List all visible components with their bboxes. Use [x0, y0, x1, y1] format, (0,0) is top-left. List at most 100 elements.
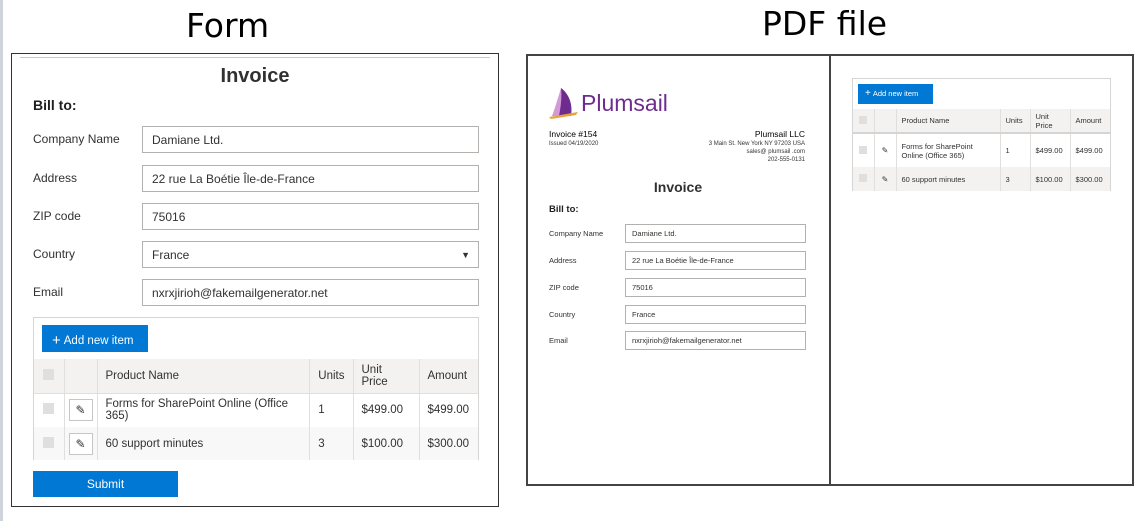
zip-code-row: ZIP code 75016: [33, 203, 479, 230]
items-table: Product Name Units Unit Price Amount ✎ F…: [34, 359, 478, 460]
row-checkbox[interactable]: [43, 403, 55, 415]
pdf-select-all-cell: [853, 109, 875, 134]
pdf-product-name-cell: 60 support minutes: [896, 167, 1001, 191]
product-name-cell: 60 support minutes: [97, 427, 311, 460]
plumsail-sail-icon: [549, 88, 578, 119]
pdf-row-checkbox: [859, 145, 868, 154]
country-row: Country France ▼: [33, 241, 479, 268]
form-caption: Form: [186, 6, 270, 45]
country-select-value: France: [152, 248, 190, 262]
window-edge-strip: [0, 0, 3, 521]
pencil-icon: ✎: [874, 167, 897, 191]
pdf-country-value: France: [625, 305, 806, 324]
company-name-row: Company Name Damiane Ltd.: [33, 126, 479, 153]
pdf-email-row: Email nxrxjirioh@fakemailgenerator.net: [549, 331, 807, 350]
pdf-items-table-container: + Add new item Product Name Units Unit Pr…: [852, 78, 1111, 191]
amount-cell: $300.00: [419, 427, 478, 460]
pdf-unit-price-cell: $499.00: [1030, 133, 1071, 167]
select-all-checkbox[interactable]: [43, 368, 55, 380]
chevron-down-icon[interactable]: ▼: [461, 250, 470, 260]
pdf-email-label: Email: [549, 336, 568, 345]
row-edit-cell: ✎: [64, 427, 98, 460]
add-new-item-label: Add new item: [63, 335, 134, 347]
pdf-invoice-title: Invoice: [653, 179, 703, 195]
pdf-address-value: 22 rue La Boétie Île-de-France: [625, 251, 806, 270]
zip-code-input[interactable]: 75016: [142, 203, 479, 230]
pdf-zip-value: 75016: [625, 278, 806, 297]
pdf-edit-header-cell: [874, 109, 897, 134]
pdf-product-name-header: Product Name: [896, 109, 1001, 134]
pdf-amount-cell: $300.00: [1070, 167, 1110, 191]
company-name-label: Company Name: [33, 132, 120, 146]
row-select-cell: [34, 393, 65, 427]
pdf-company-row: Company Name Damiane Ltd.: [549, 224, 807, 243]
table-header-row: Product Name Units Unit Price Amount: [34, 359, 478, 394]
zip-code-label: ZIP code: [33, 209, 81, 223]
pdf-company-name: Plumsail LLC: [754, 129, 805, 139]
table-row: ✎ 60 support minutes 3 $100.00 $300.00: [853, 167, 1110, 191]
product-name-header[interactable]: Product Name: [97, 359, 311, 394]
pdf-address-label: Address: [549, 256, 577, 265]
pdf-page-divider: [829, 56, 831, 484]
pencil-icon[interactable]: ✎: [68, 432, 93, 455]
address-label: Address: [33, 171, 78, 185]
plus-icon: +: [52, 332, 61, 349]
pdf-company-label: Company Name: [549, 229, 604, 238]
pencil-icon: ✎: [874, 133, 897, 167]
pdf-zip-label: ZIP code: [549, 283, 579, 292]
table-row[interactable]: ✎ 60 support minutes 3 $100.00 $300.00: [34, 427, 478, 460]
amount-header[interactable]: Amount: [419, 359, 478, 394]
form-title: Invoice: [220, 65, 290, 87]
table-row: ✎ Forms for SharePoint Online (Office 36…: [853, 133, 1110, 167]
pdf-units-cell: 1: [1000, 133, 1031, 167]
edit-header-cell: [64, 359, 98, 394]
pdf-table-header-row: Product Name Units Unit Price Amount: [853, 109, 1110, 134]
pdf-country-row: Country France: [549, 305, 807, 324]
pdf-add-new-item-button: + Add new item: [858, 84, 933, 104]
amount-cell: $499.00: [419, 393, 478, 427]
pdf-row-select-cell: [853, 133, 875, 167]
pdf-company-address: 3 Main St. New York NY 97203 USA: [708, 141, 805, 147]
pdf-amount-header: Amount: [1070, 109, 1110, 134]
row-checkbox[interactable]: [43, 436, 55, 448]
email-input[interactable]: nxrxjirioh@fakemailgenerator.net: [142, 279, 479, 306]
pdf-amount-cell: $499.00: [1070, 133, 1110, 167]
pdf-zip-row: ZIP code 75016: [549, 278, 807, 297]
form-top-divider: [20, 57, 490, 58]
pdf-add-new-item-label: Add new item: [872, 89, 919, 98]
unit-price-cell: $499.00: [353, 393, 420, 427]
pdf-preview: Plumsail Invoice #154 Issued 04/19/2020 …: [526, 54, 1134, 486]
unit-price-header[interactable]: Unit Price: [353, 359, 420, 394]
pdf-logo-text: Plumsail: [581, 90, 668, 116]
pencil-icon[interactable]: ✎: [68, 399, 93, 422]
pdf-units-cell: 3: [1000, 167, 1031, 191]
pdf-items-table: Product Name Units Unit Price Amount ✎ F…: [853, 109, 1110, 191]
units-cell: 1: [309, 393, 354, 427]
pdf-unit-price-cell: $100.00: [1030, 167, 1071, 191]
email-label: Email: [33, 285, 64, 299]
pdf-product-name-cell: Forms for SharePoint Online (Office 365): [896, 133, 1001, 167]
submit-button[interactable]: Submit: [33, 471, 178, 497]
units-header[interactable]: Units: [309, 359, 354, 394]
pdf-bill-to-heading: Bill to:: [549, 204, 579, 215]
row-edit-cell: ✎: [64, 393, 98, 427]
row-select-cell: [34, 427, 65, 460]
product-name-cell: Forms for SharePoint Online (Office 365): [97, 393, 311, 427]
pdf-units-header: Units: [1000, 109, 1031, 134]
add-new-item-button[interactable]: + Add new item: [42, 325, 148, 352]
select-all-cell: [34, 359, 65, 394]
units-cell: 3: [309, 427, 354, 460]
table-row[interactable]: ✎ Forms for SharePoint Online (Office 36…: [34, 393, 478, 427]
pdf-invoice-number: Invoice #154: [549, 129, 598, 139]
company-name-input[interactable]: Damiane Ltd.: [142, 126, 479, 153]
items-table-container: + Add new item Product Name Units Unit Pr…: [33, 317, 479, 460]
pdf-row-checkbox: [859, 174, 868, 182]
address-input[interactable]: 22 rue La Boétie Île-de-France: [142, 165, 479, 192]
pdf-address-row: Address 22 rue La Boétie Île-de-France: [549, 251, 807, 270]
pdf-company-email: sales@ plumsail .com: [746, 149, 805, 155]
country-label: Country: [33, 247, 76, 261]
country-select[interactable]: France ▼: [142, 241, 479, 268]
plus-icon: +: [865, 88, 871, 99]
form-bill-to-heading: Bill to:: [33, 97, 77, 113]
pdf-company-phone: 202-555-0131: [767, 157, 805, 163]
